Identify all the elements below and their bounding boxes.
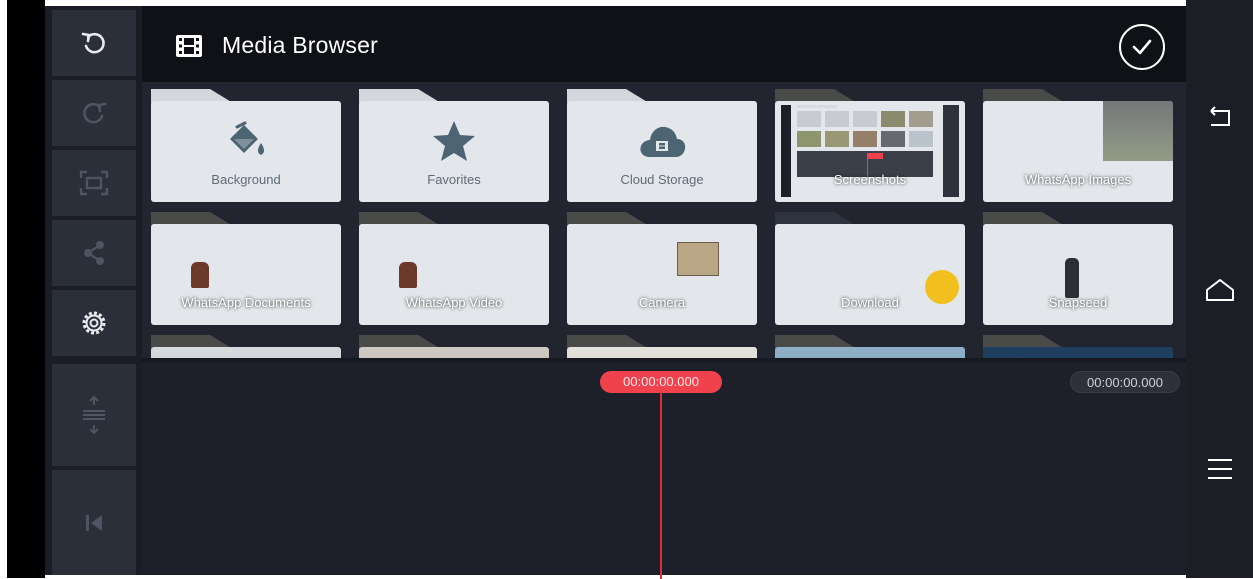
back-button[interactable] — [1198, 96, 1242, 140]
folder-body — [151, 347, 341, 358]
gear-icon — [82, 311, 106, 335]
folder-body: Snapseed — [983, 224, 1173, 325]
capture-frame-icon — [79, 170, 109, 196]
cyclist-thumbnail — [191, 262, 209, 288]
folder-body: Cloud Storage — [567, 101, 757, 202]
undo-button[interactable] — [52, 10, 136, 76]
page-title: Media Browser — [222, 32, 378, 58]
folder-whatsapp-video[interactable]: WhatsApp Video — [359, 212, 549, 325]
current-time-badge: 00:00:00.000 — [600, 371, 722, 393]
folder-label: WhatsApp Documents — [181, 295, 311, 310]
cyclist-thumbnail — [1065, 258, 1079, 298]
folder-body: WhatsApp Documents — [151, 224, 341, 325]
system-nav-bar — [1186, 0, 1253, 578]
folder-background[interactable]: Background — [151, 89, 341, 202]
track-adjust-icon — [83, 395, 105, 435]
folder-favorites[interactable]: Favorites — [359, 89, 549, 202]
undo-icon — [81, 32, 105, 54]
folder-label: Background — [211, 172, 281, 187]
folder-snapseed[interactable]: Snapseed — [983, 212, 1173, 325]
share-icon — [84, 241, 104, 265]
folder-grid: Background Favorites Cloud Storage Scree… — [142, 82, 1186, 358]
folder-camera[interactable]: Camera — [567, 212, 757, 325]
folder-label: Camera — [638, 295, 686, 310]
home-icon — [1206, 279, 1234, 301]
check-icon — [1132, 39, 1152, 55]
folder-body — [567, 347, 757, 358]
confirm-button[interactable] — [1119, 24, 1165, 70]
folder-download[interactable]: Download — [775, 212, 965, 325]
track-adjust-button[interactable] — [52, 364, 136, 466]
timeline[interactable]: 00:00:00.000 00:00:00.000 — [142, 358, 1186, 579]
folder-partial[interactable] — [151, 335, 341, 358]
back-icon — [1210, 106, 1230, 126]
folder-label: WhatsApp Video — [405, 295, 503, 310]
menu-icon — [1208, 459, 1232, 479]
folder-body: WhatsApp Video — [359, 224, 549, 325]
folder-label: Screenshots — [833, 172, 907, 187]
capture-button[interactable] — [52, 150, 136, 216]
folder-body: Screenshots — [775, 101, 965, 202]
left-toolbar — [45, 6, 142, 575]
screen-edge — [0, 0, 7, 578]
camera-thumbnail — [677, 242, 719, 276]
film-icon — [176, 35, 202, 57]
folder-partial[interactable] — [983, 335, 1173, 358]
folder-body — [983, 347, 1173, 358]
folder-body: Favorites — [359, 101, 549, 202]
settings-button[interactable] — [52, 290, 136, 356]
media-browser-header: Media Browser — [142, 6, 1186, 82]
folder-body: Download — [775, 224, 965, 325]
star-icon — [433, 121, 475, 161]
folder-cloud-storage[interactable]: Cloud Storage — [567, 89, 757, 202]
folder-whatsapp-documents[interactable]: WhatsApp Documents — [151, 212, 341, 325]
folder-label: Cloud Storage — [620, 172, 704, 187]
cloud-film-icon — [640, 126, 686, 157]
folder-body: WhatsApp Images — [983, 101, 1173, 202]
folder-whatsapp-images[interactable]: WhatsApp Images — [983, 89, 1173, 202]
end-time-badge: 00:00:00.000 — [1070, 371, 1180, 393]
folder-label: Snapseed — [1048, 295, 1108, 310]
folder-label: WhatsApp Images — [1024, 172, 1132, 187]
redo-icon — [83, 102, 107, 124]
folder-label: Favorites — [427, 172, 481, 187]
folder-body — [359, 347, 549, 358]
folder-partial[interactable] — [359, 335, 549, 358]
folder-screenshots[interactable]: Screenshots — [775, 89, 965, 202]
folder-partial[interactable] — [567, 335, 757, 358]
home-button[interactable] — [1198, 268, 1242, 312]
whatsapp-images-thumbnail — [1103, 101, 1173, 161]
folder-body — [775, 347, 965, 358]
cyclist-thumbnail — [399, 262, 417, 288]
skip-to-start-button[interactable] — [52, 470, 136, 575]
folder-body: Background — [151, 101, 341, 202]
folder-label: Download — [841, 295, 899, 310]
menu-button[interactable] — [1198, 447, 1242, 491]
share-button[interactable] — [52, 220, 136, 286]
paint-bucket-icon — [230, 121, 264, 155]
skip-to-start-icon — [86, 514, 102, 531]
redo-button[interactable] — [52, 80, 136, 146]
folder-body: Camera — [567, 224, 757, 325]
folder-partial[interactable] — [775, 335, 965, 358]
playhead[interactable] — [660, 389, 662, 579]
left-black-bar — [7, 0, 45, 578]
